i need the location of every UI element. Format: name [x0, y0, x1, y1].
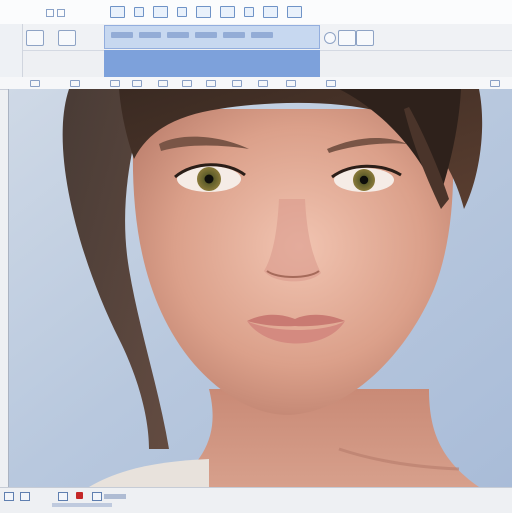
status-label	[104, 494, 126, 499]
tool-icon[interactable]	[286, 80, 296, 87]
portrait-image	[9, 89, 512, 487]
breadcrumb-item[interactable]	[195, 32, 217, 38]
copy-icon[interactable]	[263, 6, 278, 18]
tool-icon[interactable]	[206, 80, 216, 87]
breadcrumb-item[interactable]	[223, 32, 245, 38]
title-toolbar	[110, 5, 302, 19]
page-icon[interactable]	[4, 492, 14, 501]
layer-icon[interactable]	[20, 492, 30, 501]
breadcrumb-item[interactable]	[111, 32, 133, 38]
breadcrumb-item[interactable]	[251, 32, 273, 38]
record-icon[interactable]	[76, 492, 83, 499]
open-icon[interactable]	[134, 7, 144, 17]
help-icon[interactable]	[356, 30, 374, 46]
cut-icon[interactable]	[244, 7, 254, 17]
tool-icon[interactable]	[30, 80, 40, 87]
zoom-icon[interactable]	[324, 32, 336, 44]
address-bar[interactable]	[104, 25, 320, 49]
window-controls[interactable]	[46, 9, 65, 17]
restore-icon[interactable]	[46, 9, 54, 17]
breadcrumb	[111, 32, 273, 38]
layout-icon[interactable]	[26, 30, 44, 46]
tool-icon[interactable]	[110, 80, 120, 87]
tool-icon[interactable]	[232, 80, 242, 87]
grid-icon[interactable]	[58, 30, 76, 46]
settings-icon[interactable]	[338, 30, 356, 46]
tool-icon[interactable]	[490, 80, 500, 87]
tool-icon[interactable]	[70, 80, 80, 87]
save-icon[interactable]	[153, 6, 168, 18]
view-icon[interactable]	[58, 492, 68, 501]
tool-icon[interactable]	[132, 80, 142, 87]
paste-icon[interactable]	[287, 6, 302, 18]
tool-icon[interactable]	[258, 80, 268, 87]
title-bar	[0, 0, 512, 24]
breadcrumb-item[interactable]	[167, 32, 189, 38]
tool-icon[interactable]	[182, 80, 192, 87]
image-canvas[interactable]	[8, 89, 512, 487]
redo-icon[interactable]	[196, 6, 211, 18]
tool-icon[interactable]	[158, 80, 168, 87]
new-icon[interactable]	[110, 6, 125, 18]
breadcrumb-item[interactable]	[139, 32, 161, 38]
status-detail	[52, 503, 112, 507]
undo-icon[interactable]	[177, 7, 187, 17]
selected-panel[interactable]	[104, 50, 320, 77]
lock-icon[interactable]	[92, 492, 102, 501]
status-bar	[0, 487, 512, 513]
maximize-icon[interactable]	[57, 9, 65, 17]
tool-icon[interactable]	[326, 80, 336, 87]
print-icon[interactable]	[220, 6, 235, 18]
